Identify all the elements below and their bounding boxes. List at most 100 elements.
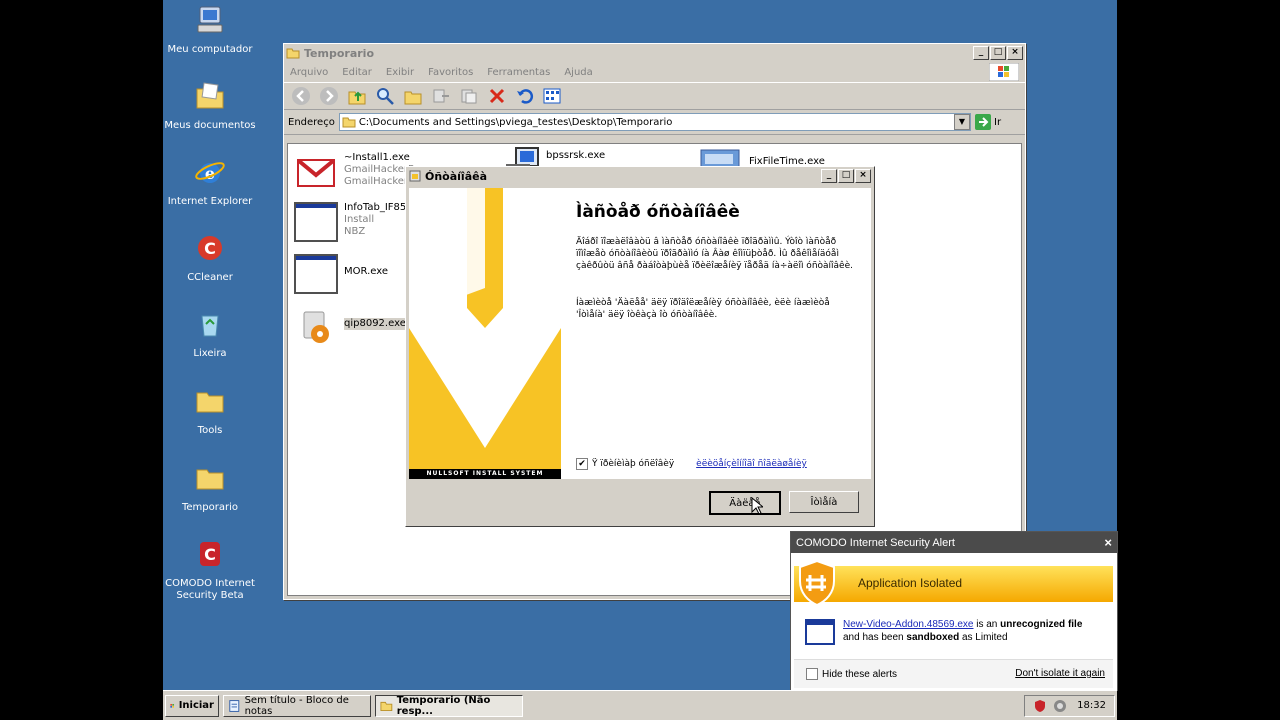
folder-icon xyxy=(196,469,224,490)
file-item[interactable]: MOR.exe xyxy=(294,254,388,294)
delete-x-icon xyxy=(489,88,505,104)
desktop-icon-ccleaner[interactable]: C CCleaner xyxy=(163,232,258,284)
address-dropdown-button[interactable]: ▼ xyxy=(954,114,970,130)
explorer-toolbar xyxy=(284,83,1025,110)
desktop-icon-my-documents[interactable]: Meus documentos xyxy=(163,80,258,132)
minimize-button[interactable]: _ xyxy=(973,46,989,60)
documents-folder-icon xyxy=(196,82,224,109)
close-button[interactable]: × xyxy=(855,169,871,183)
cancel-button[interactable]: Îòìåíà xyxy=(789,491,859,513)
views-button[interactable] xyxy=(542,85,564,107)
installer-side-banner: NULLSOFT INSTALL SYSTEM xyxy=(409,188,561,479)
windows-flag-icon xyxy=(170,703,175,708)
file-name: qip8092.exe xyxy=(344,318,406,330)
up-folder-button[interactable] xyxy=(346,85,368,107)
alert-text: and has been xyxy=(843,632,907,643)
nullsoft-footer: NULLSOFT INSTALL SYSTEM xyxy=(409,469,561,479)
explorer-titlebar[interactable]: Temporario _ □ × xyxy=(284,44,1025,62)
forward-arrow-icon xyxy=(320,87,338,105)
file-name: MOR.exe xyxy=(344,266,389,277)
desktop-icon-label: CCleaner xyxy=(187,272,233,283)
accept-checkbox[interactable]: ✔ xyxy=(576,458,588,470)
copy-to-icon xyxy=(461,89,477,104)
delete-button[interactable] xyxy=(486,85,508,107)
file-item[interactable]: InfoTab_IF85. Install NBZ xyxy=(294,202,409,242)
app-window-icon xyxy=(294,254,338,294)
close-button[interactable]: × xyxy=(1007,46,1023,60)
go-label: Ir xyxy=(994,116,1002,128)
search-button[interactable] xyxy=(374,85,396,107)
file-item[interactable]: qip8092.exe xyxy=(294,306,406,346)
alert-footer: Hide these alerts Don't isolate it again xyxy=(794,659,1113,688)
alert-text-bold: unrecognized file xyxy=(1000,619,1083,630)
back-button[interactable] xyxy=(290,85,312,107)
move-to-button[interactable] xyxy=(430,85,452,107)
installer-title: Óñòàíîâêà xyxy=(425,169,488,183)
accept-row: ✔ Ÿ ïðèíèìàþ óñëîâèÿ èëèöåíçèîííîãî ñîãë… xyxy=(576,458,807,470)
app-window-icon xyxy=(294,202,338,242)
windows-logo-icon xyxy=(989,63,1019,81)
file-company: NBZ xyxy=(344,226,366,237)
address-field[interactable]: C:\Documents and Settings\pviega_testes\… xyxy=(338,113,971,131)
desktop-icon-tools[interactable]: Tools xyxy=(163,385,258,437)
file-item[interactable]: ~Install1.exe GmailHackerPr GmailHackerPr xyxy=(294,152,418,192)
menu-arquivo[interactable]: Arquivo xyxy=(290,67,328,78)
menu-exibir[interactable]: Exibir xyxy=(386,67,414,78)
desktop-icon-label: Tools xyxy=(197,425,223,436)
address-value: C:\Documents and Settings\pviega_testes\… xyxy=(358,116,673,128)
desktop-icon-recycle-bin[interactable]: Lixeira xyxy=(163,308,258,360)
desktop-icon-internet-explorer[interactable]: e Internet Explorer xyxy=(163,156,258,208)
menu-favoritos[interactable]: Favoritos xyxy=(428,67,473,78)
alert-text: is an xyxy=(973,619,1001,630)
desktop-icon-my-computer[interactable]: Meu computador xyxy=(163,4,258,56)
desktop-icon-comodo[interactable]: C COMODO Internet Security Beta xyxy=(163,538,258,602)
maximize-button[interactable]: □ xyxy=(990,46,1006,60)
alert-text: as Limited xyxy=(959,632,1008,643)
app-window-icon xyxy=(805,619,835,645)
ie-icon: e xyxy=(195,162,225,183)
forward-button[interactable] xyxy=(318,85,340,107)
gmail-icon xyxy=(297,159,335,187)
agreement-link[interactable]: èëèöåíçèîííîãî ñîãëàøåíèÿ xyxy=(696,459,807,469)
accept-label: Ÿ ïðèíèìàþ óñëîâèÿ xyxy=(592,459,675,469)
alert-file-link[interactable]: New-Video-Addon.48569.exe xyxy=(843,619,973,630)
alert-message: New-Video-Addon.48569.exe is an unrecogn… xyxy=(843,618,1082,644)
menu-ajuda[interactable]: Ajuda xyxy=(564,67,592,78)
alert-header: COMODO Internet Security Alert × xyxy=(791,532,1117,553)
task-label: Sem título - Bloco de notas xyxy=(244,694,349,717)
folder-icon xyxy=(380,701,393,711)
desktop-icon-label: Meu computador xyxy=(167,44,253,55)
address-bar: Endereço C:\Documents and Settings\pvieg… xyxy=(284,110,1025,135)
start-button[interactable]: Iniciar xyxy=(165,694,219,717)
copy-to-button[interactable] xyxy=(458,85,480,107)
minimize-button[interactable]: _ xyxy=(821,169,837,183)
installer-dialog[interactable]: Óñòàíîâêà _ □ × NULLSOFT INSTALL SYSTEM … xyxy=(405,166,875,527)
up-folder-icon xyxy=(348,91,366,105)
menu-ferramentas[interactable]: Ferramentas xyxy=(487,67,550,78)
installer-titlebar[interactable]: Óñòàíîâêà _ □ × xyxy=(406,167,874,185)
desktop-icon-label: Temporario xyxy=(181,502,238,513)
alert-close-button[interactable]: × xyxy=(1104,535,1112,550)
hide-alerts-row: Hide these alerts xyxy=(806,668,897,680)
file-desc: Install xyxy=(344,214,375,225)
address-label: Endereço xyxy=(288,116,335,128)
network-tray-icon[interactable] xyxy=(1053,699,1067,713)
search-icon xyxy=(377,88,394,105)
desktop-icon-temporario[interactable]: Temporario xyxy=(163,462,258,514)
start-label: Iniciar xyxy=(178,700,214,711)
menu-editar[interactable]: Editar xyxy=(342,67,372,78)
comodo-tray-icon[interactable] xyxy=(1033,699,1047,713)
task-notepad[interactable]: Sem título - Bloco de notas xyxy=(223,694,371,717)
go-button[interactable]: Ir xyxy=(975,114,1021,130)
hide-alerts-checkbox[interactable] xyxy=(806,668,818,680)
dont-isolate-link[interactable]: Don't isolate it again xyxy=(1015,668,1105,679)
folders-button[interactable] xyxy=(402,85,424,107)
next-button[interactable]: Äàëåå xyxy=(709,491,781,515)
nullsoft-arrow-graphic xyxy=(409,188,561,469)
maximize-button[interactable]: □ xyxy=(838,169,854,183)
undo-button[interactable] xyxy=(514,85,536,107)
comodo-alert: COMODO Internet Security Alert × Applica… xyxy=(790,531,1118,691)
installer-heading: Ìàñòåð óñòàíîâêè xyxy=(576,202,740,222)
task-temporario[interactable]: Temporario (Não resp... xyxy=(375,694,523,717)
task-label: Temporario (Não resp... xyxy=(396,694,491,717)
